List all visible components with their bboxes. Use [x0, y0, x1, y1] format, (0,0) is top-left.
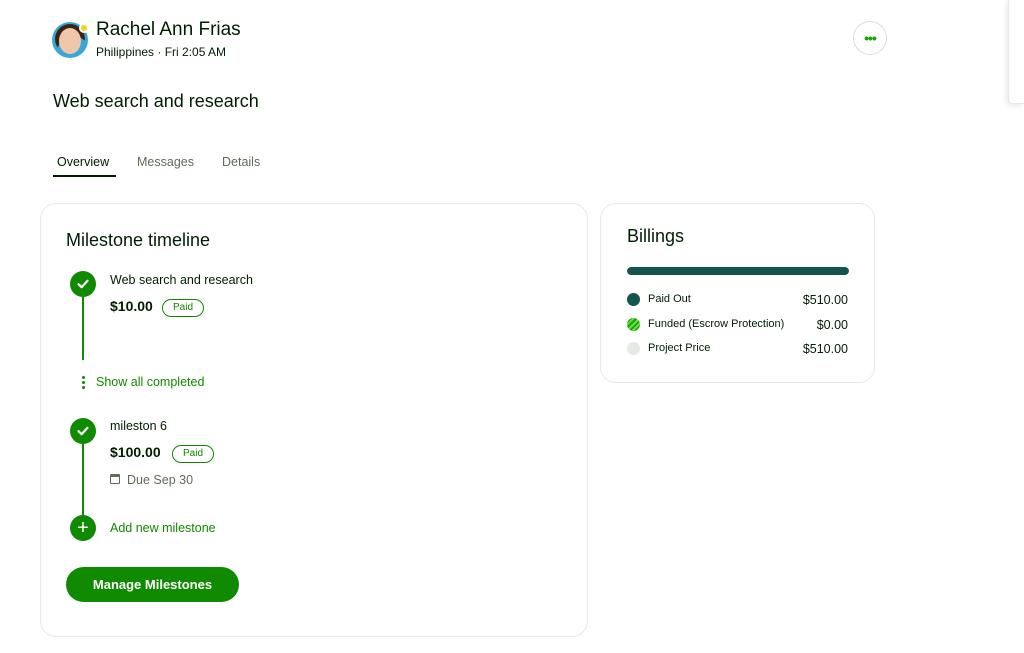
billings-progress-fill — [627, 267, 849, 275]
tab-messages[interactable]: Messages — [137, 155, 194, 169]
funded-legend-dot — [627, 318, 640, 331]
billings-progress-bar — [627, 267, 849, 275]
paid-out-label: Paid Out — [648, 293, 691, 305]
status-badge: Paid — [172, 445, 215, 463]
timeline-line — [82, 436, 84, 516]
manage-milestones-button[interactable]: Manage Milestones — [66, 567, 239, 602]
active-tab-indicator — [53, 175, 116, 177]
milestone-name: Web search and research — [110, 273, 253, 287]
milestone-amount: $100.00 — [110, 444, 161, 460]
more-options-button[interactable]: ••• — [853, 21, 887, 55]
plus-icon[interactable]: + — [70, 515, 96, 541]
project-price-legend-dot — [627, 342, 640, 355]
check-icon — [70, 418, 96, 444]
milestone-due-date: Due Sep 30 — [127, 473, 194, 487]
ellipsis-icon: ••• — [864, 30, 877, 46]
milestone-name: mileston 6 — [110, 419, 167, 433]
tab-details[interactable]: Details — [222, 155, 260, 169]
side-panel-edge — [1008, 0, 1024, 104]
vertical-dots-icon — [82, 376, 85, 389]
page-title: Web search and research — [53, 91, 259, 111]
funded-value: $0.00 — [816, 318, 848, 332]
project-price-value: $510.00 — [802, 342, 848, 356]
status-indicator — [79, 23, 89, 33]
check-icon — [70, 271, 96, 297]
user-location-time: Philippines · Fri 2:05 AM — [96, 45, 227, 59]
tab-overview[interactable]: Overview — [57, 155, 109, 169]
add-new-milestone-link[interactable]: Add new milestone — [110, 521, 216, 535]
timeline-line — [82, 290, 84, 360]
billings-title: Billings — [627, 226, 685, 246]
funded-label: Funded (Escrow Protection) — [648, 318, 785, 330]
project-price-label: Project Price — [648, 342, 711, 354]
paid-out-value: $510.00 — [802, 293, 848, 307]
show-all-completed-link[interactable]: Show all completed — [96, 375, 204, 389]
user-name[interactable]: Rachel Ann Frias — [96, 19, 241, 41]
milestone-timeline-title: Milestone timeline — [66, 230, 211, 250]
paid-out-legend-dot — [627, 293, 640, 306]
calendar-icon — [110, 474, 120, 484]
status-badge: Paid — [162, 299, 205, 317]
milestone-amount: $10.00 — [110, 298, 153, 314]
